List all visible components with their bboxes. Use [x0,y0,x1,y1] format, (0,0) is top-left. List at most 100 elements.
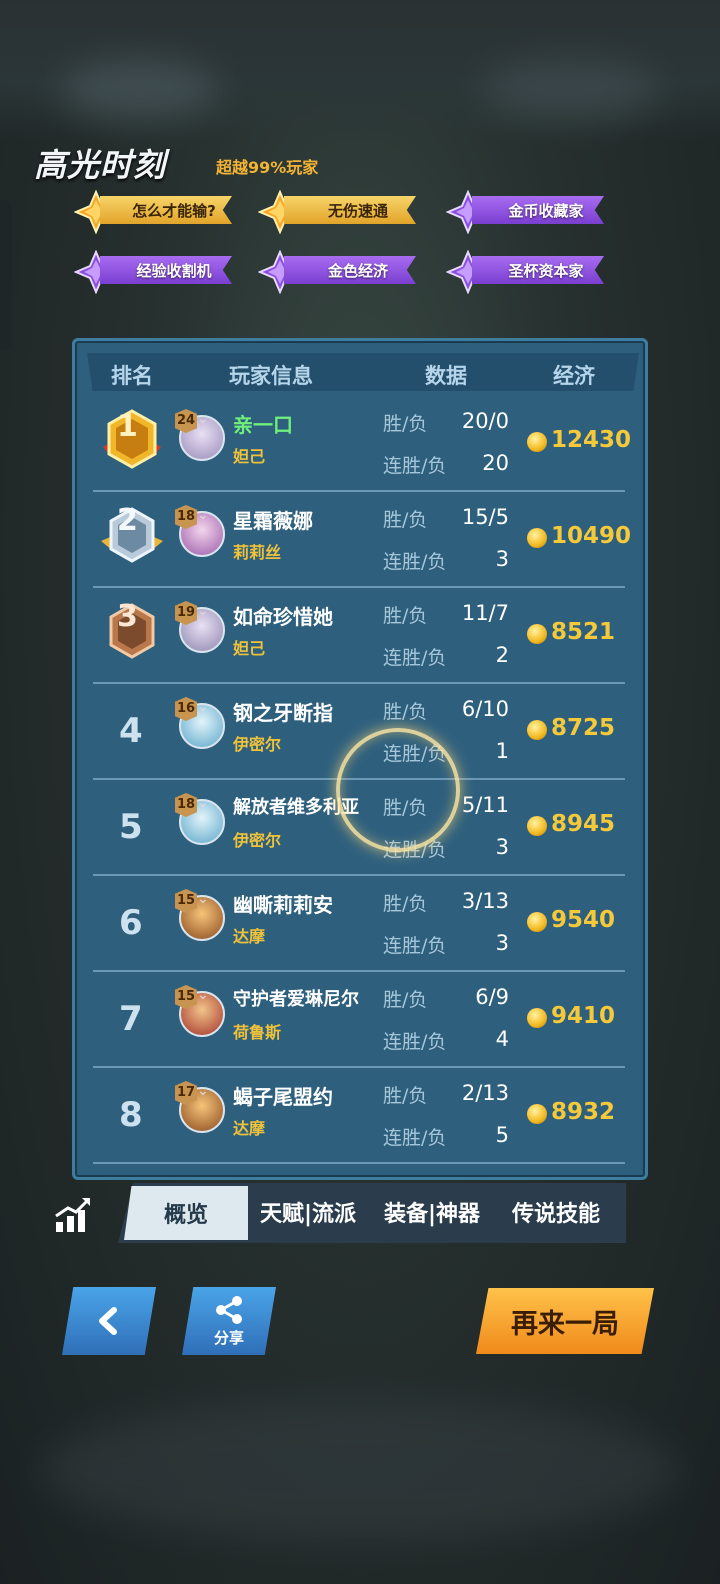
share-label: 分享 [213,1328,244,1347]
share-button[interactable]: 分享 [182,1287,276,1355]
hero-name: 妲己 [233,639,266,658]
achievement-badge[interactable]: 怎么才能输? [74,190,234,234]
hero-name: 达摩 [233,927,266,946]
win-loss-label: 胜/负 [383,893,428,915]
badge-label: 金币收藏家 [472,196,604,224]
streak-label: 连胜/负 [383,1127,447,1149]
stats-chart-icon[interactable] [52,1194,94,1236]
badge-label: 圣杯资本家 [472,256,604,284]
rank-chevron-icon: ⌄ [197,987,209,1003]
rank-number: 4 [119,711,143,751]
gold-amount: 8725 [551,715,616,741]
win-loss-value: 20/0 [461,409,509,433]
win-loss-value: 6/10 [461,697,509,721]
highlights-title: 高光时刻 [34,146,167,184]
tab-talent-genre[interactable]: 天赋|流派 [260,1196,356,1228]
header-economy: 经济 [553,364,595,388]
table-row[interactable]: 1 24 ⌄ 亲一口 妲己 胜/负 连胜/负 20/0 20 12430 [93,395,631,492]
hero-name: 荷鲁斯 [233,1023,282,1042]
level-badge: 15 [175,889,197,913]
table-row[interactable]: 6 15 ⌄ 幽嘶莉莉安 达摩 胜/负 连胜/负 3/13 3 9540 [93,875,625,972]
badge-label: 怎么才能输? [100,196,232,224]
rank-chevron-icon: ⌄ [197,603,209,619]
table-row[interactable]: 3 19 ⌄ 如命珍惜她 妲己 胜/负 连胜/负 11/7 2 8521 [93,587,625,684]
rank-number: 5 [119,807,143,847]
achievement-badge[interactable]: 金色经济 [258,250,418,294]
coin-icon [527,1104,547,1124]
rank-chevron-icon: ⌄ [197,795,209,811]
win-loss-label: 胜/负 [383,509,428,531]
coin-icon [527,720,547,740]
level-badge: 19 [175,601,197,625]
coin-icon [527,816,547,836]
table-row[interactable]: 8 17 ⌄ 蝎子尾盟约 达摩 胜/负 连胜/负 2/13 5 8932 [93,1067,625,1164]
gold-amount: 12430 [551,427,632,453]
play-again-button[interactable]: 再来一局 [476,1288,654,1354]
coin-icon [527,912,547,932]
table-row[interactable]: 2 18 ⌄ 星霜薇娜 莉莉丝 胜/负 连胜/负 15/5 3 10490 [93,491,631,588]
coin-icon [527,432,547,452]
rank-chevron-icon: ⌄ [197,699,209,715]
streak-value: 5 [495,1123,509,1147]
player-name: 幽嘶莉莉安 [233,893,333,917]
win-loss-label: 胜/负 [383,413,428,435]
coin-icon [527,1008,547,1028]
chevron-left-icon [99,1307,117,1335]
tab-overview[interactable]: 概览 [124,1186,248,1240]
coin-icon [527,528,547,548]
level-badge: 15 [175,985,197,1009]
player-name: 蝎子尾盟约 [233,1085,333,1109]
streak-value: 4 [495,1027,509,1051]
gold-amount: 8521 [551,619,616,645]
tab-legendary-skills[interactable]: 传说技能 [512,1196,600,1228]
streak-value: 2 [495,643,509,667]
streak-value: 3 [495,931,509,955]
rank-number: 6 [119,903,143,943]
header-stats: 数据 [425,364,467,388]
share-icon [216,1295,242,1324]
level-badge: 18 [175,505,197,529]
hero-name: 伊密尔 [233,735,282,754]
player-name: 亲一口 [233,413,293,437]
gold-amount: 10490 [551,523,632,549]
level-badge: 16 [175,697,197,721]
streak-label: 连胜/负 [383,1031,447,1053]
achievement-badge[interactable]: 金币收藏家 [446,190,606,234]
side-handle[interactable] [0,200,12,350]
win-loss-value: 5/11 [461,793,509,817]
streak-label: 连胜/负 [383,935,447,957]
table-row[interactable]: 7 15 ⌄ 守护者爱琳尼尔 荷鲁斯 胜/负 连胜/负 6/9 4 9410 [93,971,625,1068]
streak-value: 20 [482,451,509,475]
rank-number: 3 [117,599,138,634]
streak-value: 3 [495,547,509,571]
achievement-badge[interactable]: 经验收割机 [74,250,234,294]
rank-chevron-icon: ⌄ [197,507,209,523]
hero-name: 达摩 [233,1119,266,1138]
win-loss-value: 3/13 [461,889,509,913]
streak-label: 连胜/负 [383,455,447,477]
win-loss-label: 胜/负 [383,989,428,1011]
player-name: 守护者爱琳尼尔 [233,989,359,1010]
level-badge: 17 [175,1081,197,1105]
tab-equipment-artifact[interactable]: 装备|神器 [384,1196,480,1228]
rank-number: 7 [119,999,143,1039]
back-button[interactable] [62,1287,156,1355]
hero-name: 莉莉丝 [233,543,282,562]
rank-chevron-icon: ⌄ [197,411,209,427]
win-loss-value: 2/13 [461,1081,509,1105]
achievement-badge[interactable]: 圣杯资本家 [446,250,606,294]
badge-label: 无伤速通 [284,196,416,224]
player-name: 星霜薇娜 [233,509,313,533]
win-loss-label: 胜/负 [383,701,428,723]
player-name: 钢之牙断指 [233,701,333,725]
win-loss-label: 胜/负 [383,1085,428,1107]
badge-label: 经验收割机 [100,256,232,284]
level-badge: 24 [175,409,197,433]
gold-amount: 9410 [551,1003,616,1029]
rank-number: 1 [117,409,138,444]
gold-amount: 8945 [551,811,616,837]
gold-amount: 8932 [551,1099,616,1125]
achievement-badge[interactable]: 无伤速通 [258,190,418,234]
header-player-info: 玩家信息 [229,364,313,388]
win-loss-value: 6/9 [475,985,509,1009]
